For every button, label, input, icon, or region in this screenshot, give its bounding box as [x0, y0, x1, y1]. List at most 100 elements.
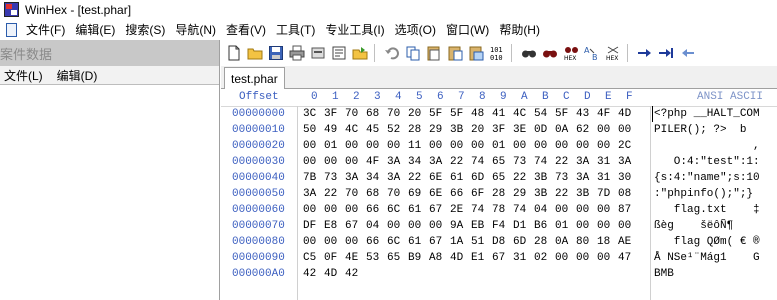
- hex-row[interactable]: 00 00 00 66 6C 61 67 2E 74 78 74 04 00 00 00 87: [299, 202, 650, 218]
- hex-byte[interactable]: 00: [408, 218, 429, 234]
- hex-editor[interactable]: Offset 0123456789ABCDEF ANSI ASCII 00000…: [221, 89, 777, 300]
- hex-byte[interactable]: 3A: [576, 154, 597, 170]
- hex-byte[interactable]: 4D: [324, 266, 345, 282]
- hex-byte[interactable]: 20: [471, 122, 492, 138]
- hex-byte[interactable]: 30: [618, 170, 639, 186]
- hex-byte[interactable]: 29: [429, 122, 450, 138]
- hex-byte[interactable]: 0F: [324, 250, 345, 266]
- hex-byte[interactable]: 00: [534, 138, 555, 154]
- hex-byte[interactable]: 34: [408, 154, 429, 170]
- hex-byte[interactable]: 61: [408, 202, 429, 218]
- hex-byte[interactable]: D1: [513, 218, 534, 234]
- hex-byte[interactable]: 80: [576, 234, 597, 250]
- hex-byte[interactable]: 00: [366, 138, 387, 154]
- hex-byte[interactable]: 6F: [471, 186, 492, 202]
- hex-byte[interactable]: B9: [408, 250, 429, 266]
- hex-byte[interactable]: 22: [450, 154, 471, 170]
- ascii-row[interactable]: flag.txt ‡: [652, 202, 777, 218]
- hex-byte[interactable]: 00: [555, 250, 576, 266]
- hex-byte[interactable]: 70: [387, 106, 408, 122]
- hex-row[interactable]: 3C 3F 70 68 70 20 5F 5F 48 41 4C 54 5F 43 4F 4D: [299, 106, 650, 122]
- hex-byte[interactable]: 65: [387, 250, 408, 266]
- hex-byte[interactable]: 74: [513, 202, 534, 218]
- hex-byte[interactable]: 65: [492, 154, 513, 170]
- hex-byte[interactable]: 28: [534, 234, 555, 250]
- hex-byte[interactable]: 4F: [366, 154, 387, 170]
- open-folder-icon[interactable]: [247, 45, 263, 61]
- hex-byte[interactable]: 70: [387, 186, 408, 202]
- print-icon[interactable]: [289, 45, 305, 61]
- hex-row[interactable]: 42 4D 42: [299, 266, 650, 282]
- hex-row[interactable]: C5 0F 4E 53 65 B9 A8 4D E1 67 31 02 00 00 00 47: [299, 250, 650, 266]
- hex-byte[interactable]: 74: [471, 202, 492, 218]
- hex-byte[interactable]: 73: [324, 170, 345, 186]
- hex-byte[interactable]: 00: [576, 138, 597, 154]
- hex-byte[interactable]: 00: [597, 202, 618, 218]
- hex-byte[interactable]: 3F: [324, 106, 345, 122]
- new-file-icon[interactable]: [226, 45, 242, 61]
- ascii-row[interactable]: ,: [652, 138, 777, 154]
- hex-byte[interactable]: 22: [555, 186, 576, 202]
- hex-byte[interactable]: 4C: [513, 106, 534, 122]
- hex-byte[interactable]: 61: [408, 234, 429, 250]
- hex-byte[interactable]: 20: [408, 106, 429, 122]
- hex-byte[interactable]: 51: [471, 234, 492, 250]
- hex-byte[interactable]: 6C: [387, 234, 408, 250]
- hex-byte[interactable]: 00: [345, 138, 366, 154]
- hex-byte[interactable]: 00: [597, 250, 618, 266]
- hex-row[interactable]: 3A 22 70 68 70 69 6E 66 6F 28 29 3B 22 3B 7D 08: [299, 186, 650, 202]
- ascii-row[interactable]: PILER(); ?> b: [652, 122, 777, 138]
- replace-hex-icon[interactable]: HEX: [605, 45, 621, 62]
- run-icon[interactable]: [331, 45, 347, 61]
- hex-byte[interactable]: E1: [471, 250, 492, 266]
- hex-byte[interactable]: 3A: [429, 154, 450, 170]
- hex-byte[interactable]: 28: [492, 186, 513, 202]
- hex-byte[interactable]: 00: [303, 234, 324, 250]
- hex-row[interactable]: 00 00 00 66 6C 61 67 1A 51 D8 6D 28 0A 80 18 AE: [299, 234, 650, 250]
- ascii-row[interactable]: {s:4:"name";s:10: [652, 170, 777, 186]
- case-menu-edit[interactable]: 编辑(D): [53, 67, 108, 84]
- hex-byte[interactable]: 3F: [492, 122, 513, 138]
- hex-byte[interactable]: 2C: [618, 138, 639, 154]
- hex-byte[interactable]: 01: [555, 218, 576, 234]
- hex-byte[interactable]: 04: [366, 218, 387, 234]
- hex-byte[interactable]: 68: [366, 186, 387, 202]
- hex-byte[interactable]: 4C: [345, 122, 366, 138]
- hex-byte[interactable]: 00: [555, 138, 576, 154]
- ascii-row[interactable]: Å NSe¹¨Mág1 G: [652, 250, 777, 266]
- hex-byte[interactable]: 6E: [429, 186, 450, 202]
- hex-byte[interactable]: C5: [303, 250, 324, 266]
- hex-byte[interactable]: 67: [345, 218, 366, 234]
- hex-byte[interactable]: 3A: [618, 154, 639, 170]
- hex-byte[interactable]: 3C: [303, 106, 324, 122]
- hex-byte[interactable]: 0A: [555, 122, 576, 138]
- hex-byte[interactable]: 42: [345, 266, 366, 282]
- menu-options[interactable]: 选项(O): [393, 21, 444, 38]
- hex-byte[interactable]: 00: [303, 202, 324, 218]
- hex-byte[interactable]: 53: [366, 250, 387, 266]
- hex-byte[interactable]: 3B: [534, 170, 555, 186]
- hex-byte[interactable]: 00: [387, 218, 408, 234]
- menu-window[interactable]: 窗口(W): [444, 21, 497, 38]
- hex-byte[interactable]: 67: [429, 202, 450, 218]
- hex-byte[interactable]: 7D: [597, 186, 618, 202]
- hex-byte[interactable]: 00: [597, 138, 618, 154]
- hex-byte[interactable]: 5F: [450, 106, 471, 122]
- hex-byte[interactable]: 47: [618, 250, 639, 266]
- paste-icon[interactable]: [447, 45, 463, 61]
- hex-byte[interactable]: 73: [513, 154, 534, 170]
- menu-help[interactable]: 帮助(H): [497, 21, 548, 38]
- hex-byte[interactable]: 41: [492, 106, 513, 122]
- undo-icon[interactable]: [384, 45, 400, 61]
- hex-byte[interactable]: 11: [408, 138, 429, 154]
- hex-byte[interactable]: 66: [366, 234, 387, 250]
- hex-byte[interactable]: 87: [618, 202, 639, 218]
- hex-byte[interactable]: 42: [303, 266, 324, 282]
- hex-byte[interactable]: 1A: [450, 234, 471, 250]
- properties-icon[interactable]: [310, 45, 326, 61]
- hex-byte[interactable]: 22: [555, 154, 576, 170]
- hex-byte[interactable]: 66: [366, 202, 387, 218]
- ascii-row[interactable]: O:4:"test":1:: [652, 154, 777, 170]
- hex-byte[interactable]: 00: [429, 138, 450, 154]
- goto-icon[interactable]: [658, 45, 674, 61]
